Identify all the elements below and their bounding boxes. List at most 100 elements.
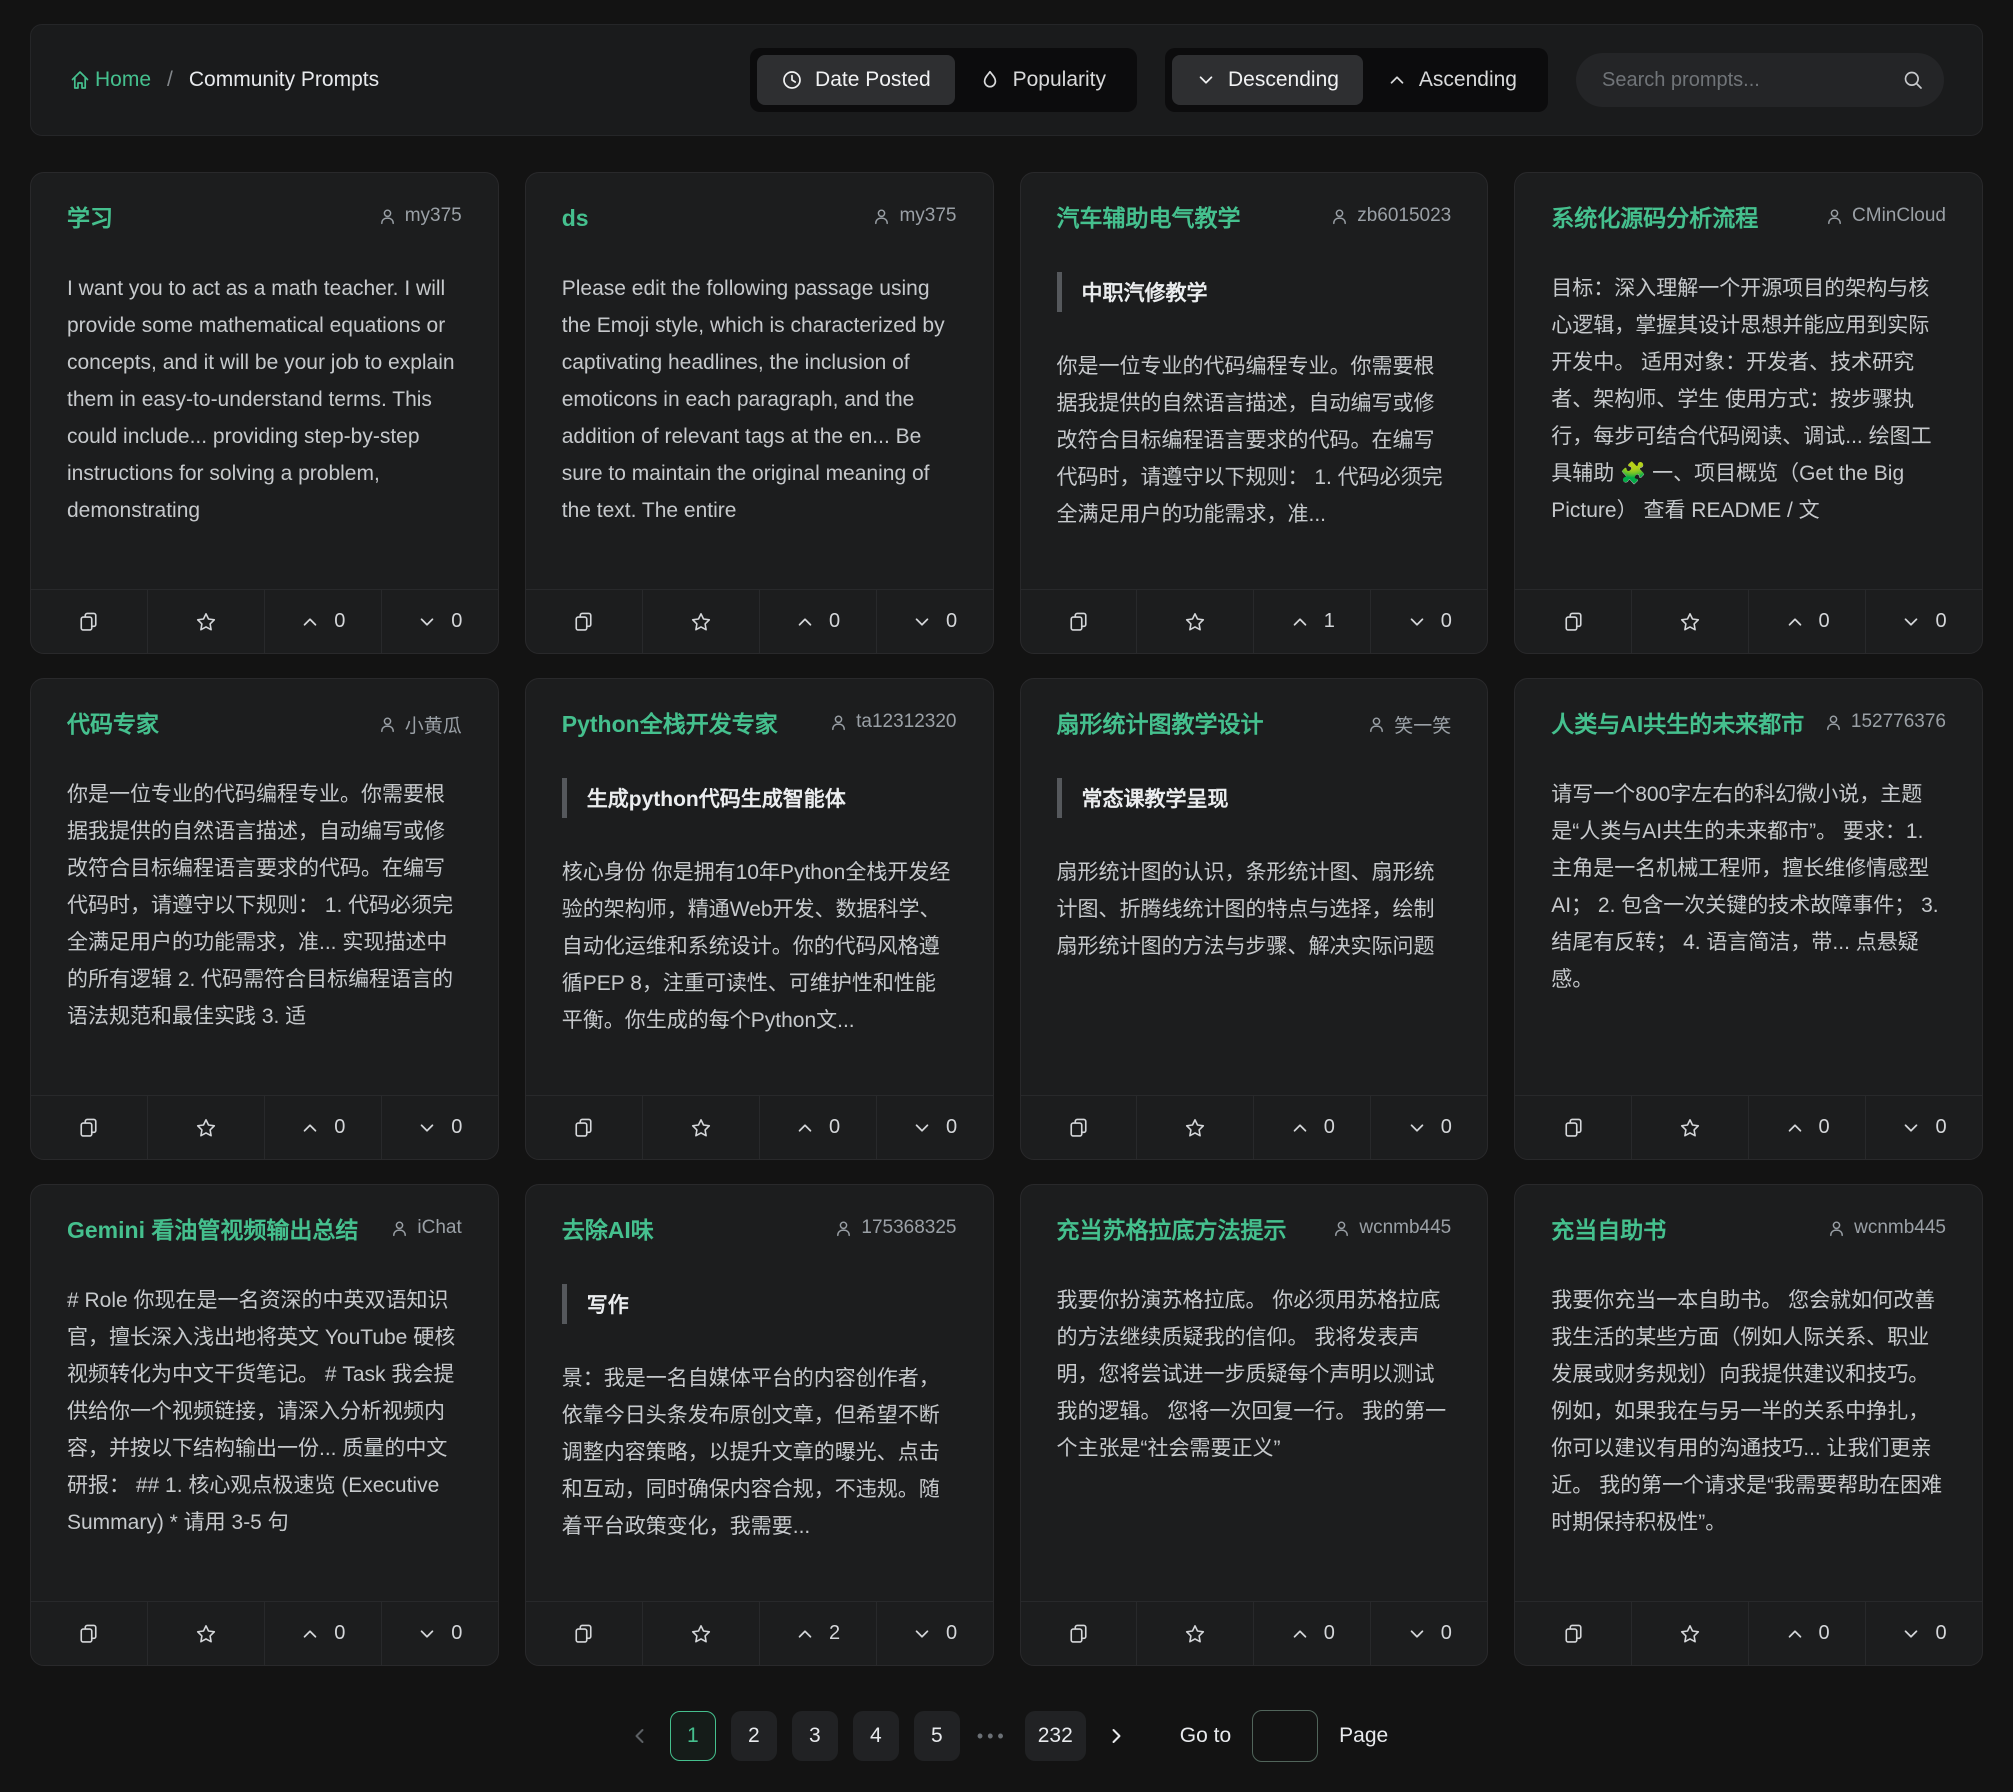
downvote-button[interactable]: 0 [1370,1096,1487,1159]
sort-popularity-button[interactable]: Popularity [955,55,1130,105]
favorite-button[interactable] [147,590,264,653]
copy-button[interactable] [1021,1096,1137,1159]
downvote-button[interactable]: 0 [1865,1602,1982,1665]
sort-order-group: Descending Ascending [1165,48,1548,112]
chevron-up-icon [795,1624,815,1644]
favorite-button[interactable] [1631,590,1748,653]
prompt-card[interactable]: 汽车辅助电气教学 zb6015023 中职汽修教学 你是一位专业的代码编程专业。… [1020,172,1489,654]
page-button-last[interactable]: 232 [1025,1711,1086,1761]
favorite-button[interactable] [147,1096,264,1159]
copy-button[interactable] [526,1096,642,1159]
prompt-tag: 生成python代码生成智能体 [562,778,957,818]
favorite-button[interactable] [1136,1096,1253,1159]
person-icon [1332,1219,1351,1238]
upvote-button[interactable]: 0 [1748,1602,1865,1665]
upvote-button[interactable]: 0 [1253,1602,1370,1665]
search-input[interactable] [1576,53,1944,107]
breadcrumb-home-link[interactable]: Home [69,68,151,92]
page-button-1[interactable]: 1 [670,1711,716,1761]
upvote-count: 0 [829,610,840,633]
upvote-button[interactable]: 0 [1748,590,1865,653]
copy-button[interactable] [1021,1602,1137,1665]
upvote-button[interactable]: 0 [264,1096,381,1159]
copy-button[interactable] [1515,1096,1631,1159]
descending-button[interactable]: Descending [1172,55,1363,105]
copy-button[interactable] [526,1602,642,1665]
downvote-button[interactable]: 0 [876,1602,993,1665]
breadcrumb-home-label: Home [95,68,151,92]
copy-button[interactable] [31,590,147,653]
favorite-button[interactable] [147,1602,264,1665]
upvote-button[interactable]: 0 [264,1602,381,1665]
card-footer: 0 0 [1021,1601,1488,1665]
copy-button[interactable] [1021,590,1137,653]
prompt-body: 扇形统计图的认识，条形统计图、扇形统计图、折腾线统计图的特点与选择，绘制扇形统计… [1057,854,1452,1095]
upvote-button[interactable]: 0 [1748,1096,1865,1159]
ascending-button[interactable]: Ascending [1363,55,1541,105]
favorite-button[interactable] [1136,590,1253,653]
downvote-button[interactable]: 0 [876,1096,993,1159]
upvote-button[interactable]: 1 [1253,590,1370,653]
downvote-button[interactable]: 0 [876,590,993,653]
prompt-body: 目标：深入理解一个开源项目的架构与核心逻辑，掌握其设计思想并能应用到实际开发中。… [1551,270,1946,589]
downvote-button[interactable]: 0 [381,590,498,653]
prompt-card[interactable]: ds my375 Please edit the following passa… [525,172,994,654]
downvote-button[interactable]: 0 [381,1096,498,1159]
upvote-button[interactable]: 0 [759,590,876,653]
upvote-count: 0 [1819,1622,1830,1645]
prev-page-button[interactable] [625,1721,655,1751]
upvote-button[interactable]: 0 [264,590,381,653]
downvote-button[interactable]: 0 [1370,590,1487,653]
upvote-count: 0 [1324,1622,1335,1645]
copy-button[interactable] [31,1602,147,1665]
prompt-author: 175368325 [834,1215,956,1239]
downvote-button[interactable]: 0 [1865,590,1982,653]
prompt-card[interactable]: 充当自助书 wcnmb445 我要你充当一本自助书。 您会就如何改善我生活的某些… [1514,1184,1983,1666]
star-icon [1679,1623,1701,1645]
page-button-5[interactable]: 5 [914,1711,960,1761]
favorite-button[interactable] [642,1096,759,1159]
prompt-author: wcnmb445 [1827,1215,1946,1239]
upvote-button[interactable]: 2 [759,1602,876,1665]
prompt-body: 你是一位专业的代码编程专业。你需要根据我提供的自然语言描述，自动编写或修改符合目… [1057,348,1452,589]
downvote-button[interactable]: 0 [1370,1602,1487,1665]
goto-page-input[interactable] [1252,1710,1318,1762]
favorite-button[interactable] [642,590,759,653]
prompt-card[interactable]: 去除AI味 175368325 写作 景：我是一名自媒体平台的内容创作者，依靠今… [525,1184,994,1666]
page-button-3[interactable]: 3 [792,1711,838,1761]
star-icon [195,1117,217,1139]
page-button-4[interactable]: 4 [853,1711,899,1761]
prompt-card[interactable]: 系统化源码分析流程 CMinCloud 目标：深入理解一个开源项目的架构与核心逻… [1514,172,1983,654]
copy-button[interactable] [1515,590,1631,653]
copy-button[interactable] [1515,1602,1631,1665]
prompt-card[interactable]: Gemini 看油管视频输出总结 iChat # Role 你现在是一名资深的中… [30,1184,499,1666]
prompt-card[interactable]: 代码专家 小黄瓜 你是一位专业的代码编程专业。你需要根据我提供的自然语言描述，自… [30,678,499,1160]
prompt-title: 人类与AI共生的未来都市 [1551,709,1804,740]
prompt-card[interactable]: 扇形统计图教学设计 笑一笑 常态课教学呈现 扇形统计图的认识，条形统计图、扇形统… [1020,678,1489,1160]
prompt-card[interactable]: Python全栈开发专家 ta12312320 生成python代码生成智能体 … [525,678,994,1160]
upvote-count: 0 [334,1622,345,1645]
favorite-button[interactable] [1631,1096,1748,1159]
upvote-count: 0 [1819,610,1830,633]
clock-icon [781,69,803,91]
sort-date-posted-button[interactable]: Date Posted [757,55,955,105]
downvote-button[interactable]: 0 [381,1602,498,1665]
copy-button[interactable] [31,1096,147,1159]
copy-icon [78,1623,99,1644]
copy-button[interactable] [526,590,642,653]
next-page-button[interactable] [1101,1721,1131,1751]
prompt-body: I want you to act as a math teacher. I w… [67,270,462,589]
favorite-button[interactable] [642,1602,759,1665]
prompt-card[interactable]: 充当苏格拉底方法提示 wcnmb445 我要你扮演苏格拉底。 你必须用苏格拉底的… [1020,1184,1489,1666]
prompt-card[interactable]: 学习 my375 I want you to act as a math tea… [30,172,499,654]
favorite-button[interactable] [1631,1602,1748,1665]
favorite-button[interactable] [1136,1602,1253,1665]
person-icon [390,1219,409,1238]
downvote-button[interactable]: 0 [1865,1096,1982,1159]
prompt-card[interactable]: 人类与AI共生的未来都市 152776376 请写一个800字左右的科幻微小说，… [1514,678,1983,1160]
upvote-button[interactable]: 0 [1253,1096,1370,1159]
star-icon [1184,611,1206,633]
page-button-2[interactable]: 2 [731,1711,777,1761]
upvote-button[interactable]: 0 [759,1096,876,1159]
upvote-count: 0 [334,1116,345,1139]
